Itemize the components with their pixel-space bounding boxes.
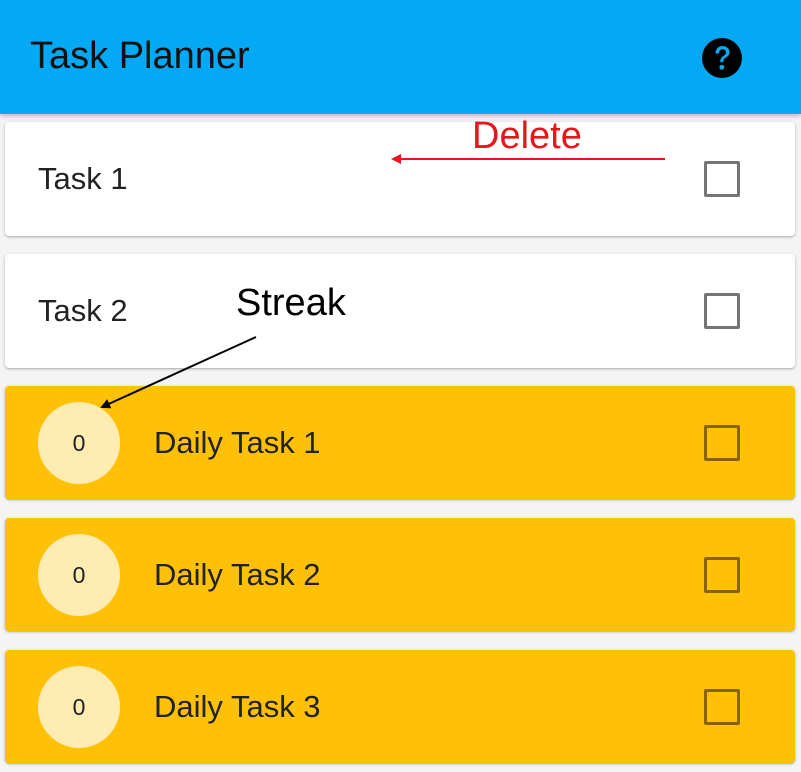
app-bar: Task Planner (0, 0, 801, 114)
task-checkbox[interactable] (704, 293, 740, 329)
task-checkbox[interactable] (704, 161, 740, 197)
streak-annotation: Streak (236, 282, 346, 324)
daily-task-checkbox[interactable] (704, 556, 740, 593)
task-card[interactable]: Task 1 (5, 122, 795, 236)
streak-badge: 0 (38, 401, 120, 484)
daily-task-card[interactable]: 0 Daily Task 3 (5, 650, 795, 763)
delete-annotation: Delete (472, 115, 582, 157)
daily-task-checkbox[interactable] (704, 424, 740, 461)
streak-badge: 0 (38, 665, 120, 748)
task-label: Task 2 (38, 293, 128, 328)
daily-task-checkbox[interactable] (704, 688, 740, 725)
help-circle-icon (702, 38, 742, 78)
daily-task-label: Daily Task 2 (154, 556, 321, 592)
help-button[interactable] (701, 37, 743, 79)
daily-task-card[interactable]: 0 Daily Task 1 (5, 386, 795, 499)
streak-badge: 0 (38, 533, 120, 616)
daily-task-label: Daily Task 1 (154, 424, 321, 460)
task-label: Task 1 (38, 161, 128, 196)
daily-task-card[interactable]: 0 Daily Task 2 (5, 518, 795, 631)
app-title: Task Planner (30, 35, 250, 77)
task-card[interactable]: Task 2 (5, 254, 795, 368)
daily-task-label: Daily Task 3 (154, 688, 321, 724)
